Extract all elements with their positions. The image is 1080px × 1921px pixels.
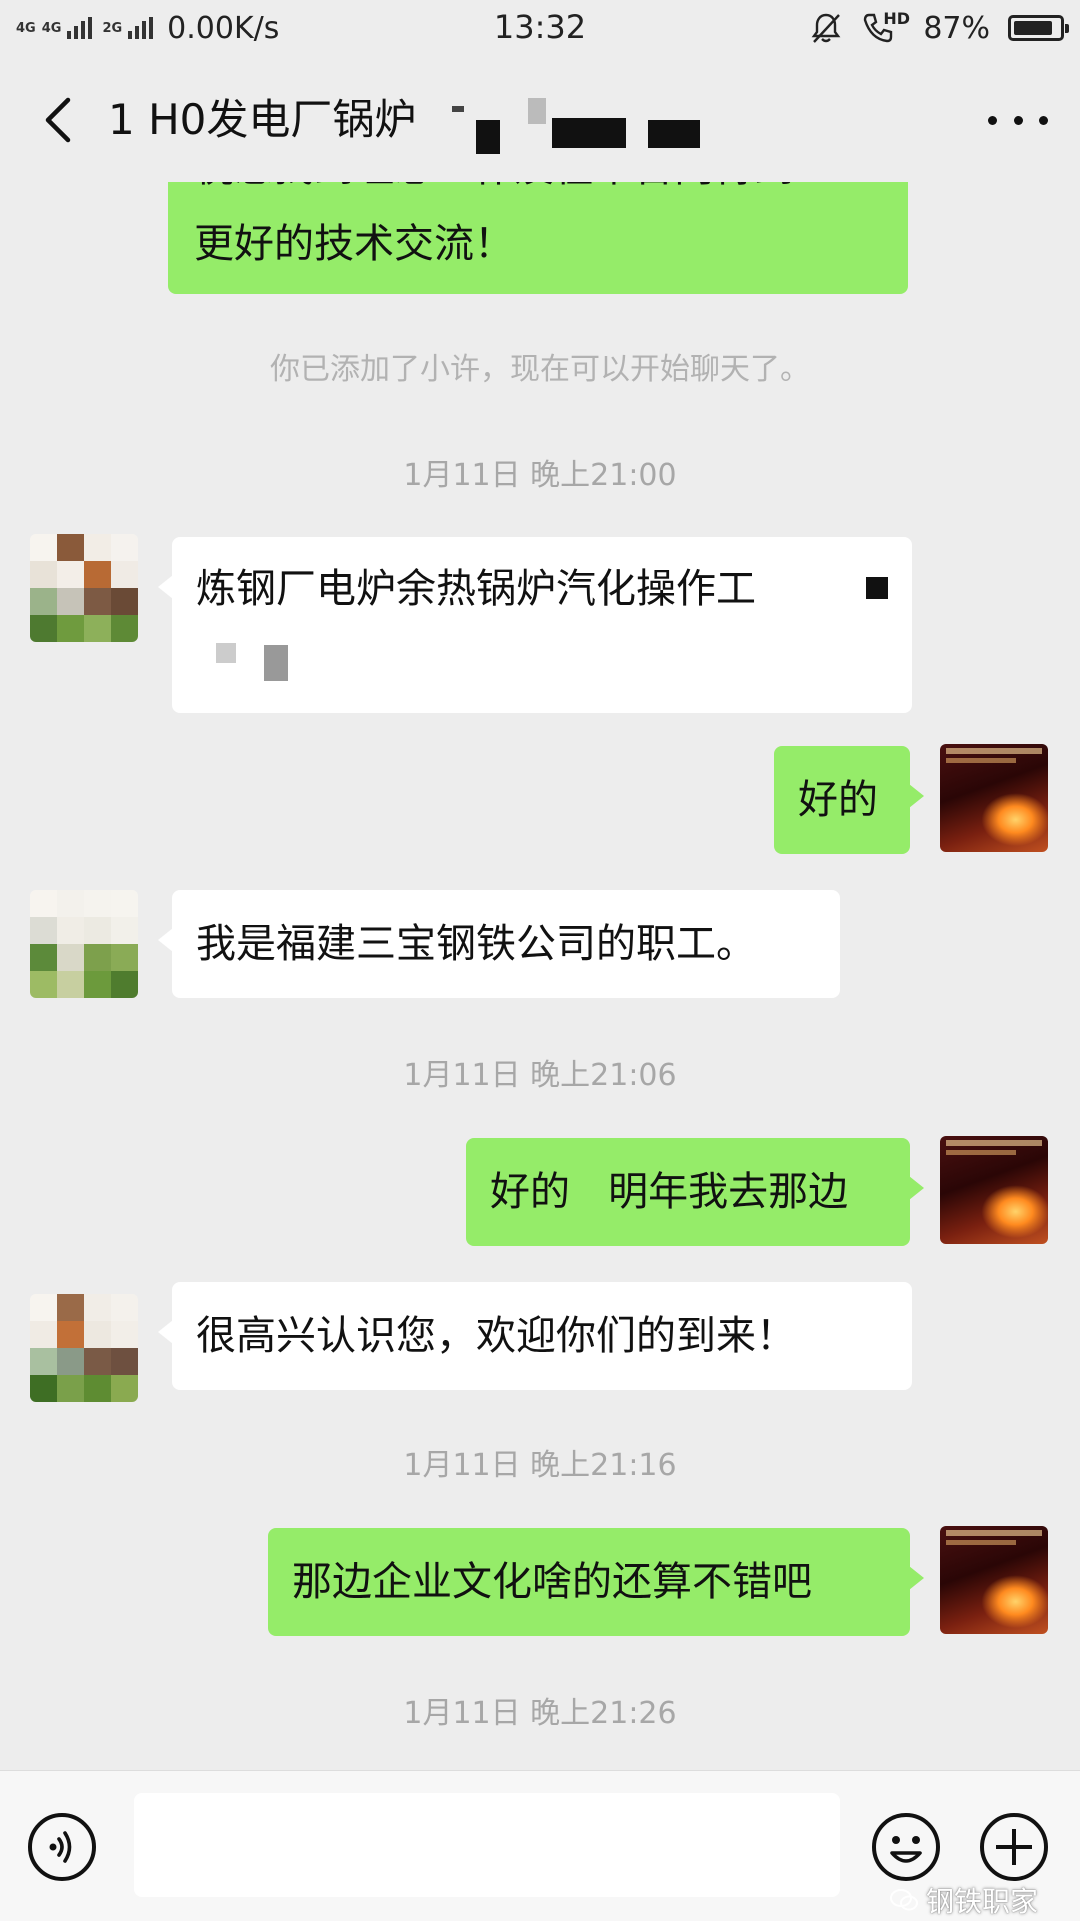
hd-label: HD [883,9,910,28]
message-list: 祝您找到理想工作及在平台内得到 更好的技术交流！ 你已添加了小许，现在可以开始聊… [0,182,1080,1770]
timestamp: 1月11日 晚上21:16 [403,1448,677,1483]
wechat-logo-icon [890,1889,918,1911]
message-bubble-self[interactable]: 祝您找到理想工作及在平台内得到 更好的技术交流！ [168,182,908,294]
battery-percent: 87% [923,10,990,46]
hd-call-icon: HD [861,9,910,45]
message-text: 更好的技术交流！ [194,221,514,267]
battery-level [1014,21,1052,35]
message-bubble-other[interactable]: 炼钢厂电炉余热锅炉汽化操作工 [158,537,912,713]
message-text: 好的 明年我去那边 [490,1169,849,1215]
timestamp: 1月11日 晚上21:06 [403,1058,677,1093]
avatar[interactable] [30,890,138,998]
battery-icon [1008,15,1069,41]
status-bar: 4G 4G 2G 0.00K/s 13:32 HD 87% [0,0,1080,58]
system-notice: 你已添加了小许，现在可以开始聊天了。 [270,352,810,387]
watermark-text: 钢铁职家 [926,1885,1039,1918]
message-bubble-other[interactable]: 我是福建三宝钢铁公司的职工。 [158,890,840,998]
message-text: 好的 [798,777,878,823]
chat-title: 1 H0发电厂锅炉 [108,95,417,144]
message-text-partial: 祝您找到理想工作及在平台内得到 [194,182,794,198]
redaction-mark [264,645,288,681]
message-input[interactable] [134,1793,840,1897]
redaction-mark [452,106,464,112]
message-bubble-self[interactable]: 好的 [774,746,924,854]
message-text: 我是福建三宝钢铁公司的职工。 [196,921,756,967]
message-text: 炼钢厂电炉余热锅炉汽化操作工 [196,566,756,612]
redaction-mark [528,98,546,124]
redaction-mark [648,120,700,148]
plus-icon[interactable] [978,1811,1050,1883]
more-icon[interactable] [988,104,1048,136]
avatar[interactable] [30,534,138,642]
redaction-mark [552,118,626,148]
watermark: 钢铁职家 [890,1880,1038,1920]
chat-header: 1 H0发电厂锅炉 [0,58,1080,182]
message-text: 那边企业文化啥的还算不错吧 [292,1559,812,1605]
status-right: HD 87% [809,8,1069,48]
avatar-self[interactable] [940,1526,1048,1634]
redaction-mark [216,643,236,663]
message-bubble-self[interactable]: 那边企业文化啥的还算不错吧 [268,1528,924,1636]
mute-icon [811,13,841,43]
redaction-mark [866,577,888,599]
avatar-self[interactable] [940,1136,1048,1244]
message-bubble-other[interactable]: 很高兴认识您，欢迎你们的到来！ [158,1282,912,1390]
emoji-icon[interactable] [870,1811,942,1883]
avatar-self[interactable] [940,744,1048,852]
message-bubble-self[interactable]: 好的 明年我去那边 [466,1138,924,1246]
avatar[interactable] [30,1294,138,1402]
message-text: 很高兴认识您，欢迎你们的到来！ [196,1313,796,1359]
back-arrow-icon[interactable] [36,94,84,146]
voice-icon[interactable] [26,1811,98,1883]
timestamp: 1月11日 晚上21:00 [403,458,677,493]
timestamp: 1月11日 晚上21:26 [403,1696,677,1731]
redaction-mark [476,120,500,154]
